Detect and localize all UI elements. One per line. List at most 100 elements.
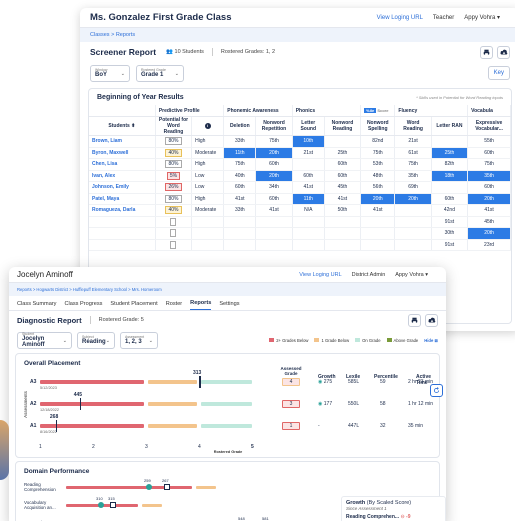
cell-nonword-reading — [324, 239, 362, 251]
col-potential[interactable]: Potential for Word Reading — [155, 116, 193, 136]
col-nonword-spelling[interactable]: Nonword Spelling — [360, 116, 396, 136]
table-row: 91st 23rd — [89, 239, 511, 251]
breadcrumb[interactable]: Classes > Reports — [80, 28, 515, 42]
user-name: Appy Vohra — [464, 15, 496, 21]
col-nonword-repetition[interactable]: Nonword Repetition — [255, 116, 293, 136]
potential-pct: 80% — [155, 193, 193, 205]
breadcrumb[interactable]: Reports > Hogwarts District > Hufflepuff… — [9, 283, 446, 296]
cell-deletion: 75th — [223, 158, 257, 171]
band-one-below — [142, 504, 162, 507]
user-menu[interactable]: Appy Vohra ▾ — [464, 14, 500, 21]
info-icon[interactable]: i — [204, 123, 211, 129]
risk-level: Moderate — [191, 147, 225, 159]
cell-nonword-repetition: 20th — [255, 170, 293, 182]
tab-settings[interactable]: Settings — [219, 301, 239, 310]
potential-pct: 80% — [155, 135, 193, 148]
tab-bar: Class Summary Class Progress Student Pla… — [9, 296, 446, 311]
results-body: Brown, Liam 80% High 33th 75th 10th 82nd 21st 55… — [89, 135, 511, 251]
tab-roster[interactable]: Roster — [166, 301, 182, 310]
toggle-score[interactable]: Score — [377, 108, 388, 113]
risk-level — [191, 239, 225, 251]
col-letter-ran[interactable]: Letter RAN — [431, 116, 469, 136]
tab-student-placement[interactable]: Student Placement — [110, 301, 157, 310]
refresh-icon[interactable] — [430, 384, 443, 397]
print-icon[interactable] — [408, 313, 421, 327]
potential-pct: 80% — [155, 158, 193, 171]
hide-legend-button[interactable]: Hide ⊠ — [424, 338, 438, 343]
cell-letter-ran: 30th — [431, 227, 469, 240]
student-select[interactable]: Student Jocelyn Aminoff ⌄ — [17, 331, 72, 349]
report-header: Screener Report 👥 10 Students Rostered G… — [80, 42, 515, 62]
cell-word-reading — [394, 227, 432, 240]
print-icon[interactable] — [480, 45, 493, 59]
student-name-link[interactable] — [89, 239, 156, 251]
growth-text: - — [318, 423, 320, 429]
potential-badge: 5% — [166, 171, 181, 180]
subject-select[interactable]: Subject Reading ⌄ — [77, 331, 115, 349]
grade-select[interactable]: Rostered Grade Grade 1 ⌄ — [136, 64, 184, 82]
student-name-link[interactable]: Brown, Liam — [89, 135, 156, 148]
col-letter-sound[interactable]: Letter Sound — [292, 116, 325, 136]
lexile-value: 550L — [348, 401, 360, 407]
cell-nonword-spelling: 56th — [360, 181, 396, 194]
chevron-down-icon: ⌄ — [120, 70, 125, 77]
student-name-link[interactable]: Patel, Maya — [89, 193, 156, 205]
assessment-date: 8/16/2022 — [40, 430, 57, 434]
col-info[interactable]: i — [191, 116, 225, 136]
cell-expressive-vocab: 60th — [467, 147, 511, 159]
potential-badge — [170, 240, 177, 249]
overall-placement-section: Overall Placement Assessments A3 5/12/202… — [15, 353, 443, 458]
toggle-percentile[interactable]: %ile — [364, 108, 377, 113]
overall-placement-title: Overall Placement — [24, 360, 81, 367]
band-two-below — [66, 486, 192, 489]
cell-nonword-spelling — [360, 216, 396, 228]
growth-item[interactable]: Reading Comprehen... ⊖ -9 — [346, 514, 441, 520]
cell-word-reading: 69th — [394, 181, 432, 194]
table-row: 30th 20th — [89, 227, 511, 240]
x-tick-label: 2 — [92, 444, 95, 450]
chevron-down-icon: ⌄ — [62, 337, 67, 344]
col-word-reading[interactable]: Word Reading — [394, 116, 432, 136]
user-menu[interactable]: Appy Vohra ▾ — [395, 272, 428, 278]
score-value: 268 — [49, 414, 59, 420]
risk-level: High — [191, 158, 225, 171]
risk-level: High — [191, 193, 225, 205]
group-predictive: Predictive Profile — [155, 105, 225, 117]
student-name-link[interactable]: Byron, Maxwell — [89, 147, 156, 159]
cell-nonword-reading: 41st — [324, 193, 362, 205]
cloud-download-icon[interactable] — [425, 313, 438, 327]
risk-level: Low — [191, 170, 225, 182]
group-header-row: Predictive Profile Phonemic Awareness Ph… — [89, 105, 511, 117]
view-login-url-link[interactable]: View Loging URL — [299, 272, 341, 278]
student-name-link[interactable]: Ivan, Alex — [89, 170, 156, 182]
key-button[interactable]: Key — [487, 66, 510, 80]
window-select[interactable]: Window BoY ⌄ — [90, 64, 130, 82]
student-name-link[interactable]: Romagueza, Darla — [89, 204, 156, 217]
potential-badge: 80% — [165, 194, 182, 203]
student-name-link[interactable]: Johnson, Emily — [89, 181, 156, 194]
student-name-link[interactable] — [89, 216, 156, 228]
cloud-download-icon[interactable] — [497, 45, 510, 59]
col-assessed-grade: Assessed Grade — [280, 366, 302, 376]
tab-class-summary[interactable]: Class Summary — [17, 301, 56, 310]
student-name-link[interactable] — [89, 227, 156, 240]
results-title: Beginning of Year Results — [97, 93, 184, 101]
tab-class-progress[interactable]: Class Progress — [64, 301, 102, 310]
legend-swatch — [355, 338, 361, 343]
assessment-select[interactable]: Assessment 1, 2, 3 ⌄ — [120, 331, 158, 349]
view-login-url-link[interactable]: View Loging URL — [377, 15, 423, 21]
col-deletion[interactable]: Deletion — [223, 116, 257, 136]
cell-deletion: 41st — [223, 193, 257, 205]
cell-expressive-vocab: 55th — [467, 135, 511, 148]
legend-text: 2+ Grades Below — [276, 337, 309, 343]
tab-reports[interactable]: Reports — [190, 300, 212, 310]
col-expressive-vocab[interactable]: Expressive Vocabular... — [467, 116, 511, 136]
col-nonword-reading[interactable]: Nonword Reading — [324, 116, 362, 136]
cell-letter-sound — [292, 239, 325, 251]
x-tick-label: 4 — [198, 444, 201, 450]
student-name-link[interactable]: Chen, Lisa — [89, 158, 156, 171]
group-vocabulary: Vocabula — [467, 105, 511, 117]
col-students[interactable]: Students ⬍ — [89, 116, 156, 136]
group-toggle[interactable]: %ile Score — [360, 105, 396, 117]
cell-nonword-spelling: 82nd — [360, 135, 396, 148]
